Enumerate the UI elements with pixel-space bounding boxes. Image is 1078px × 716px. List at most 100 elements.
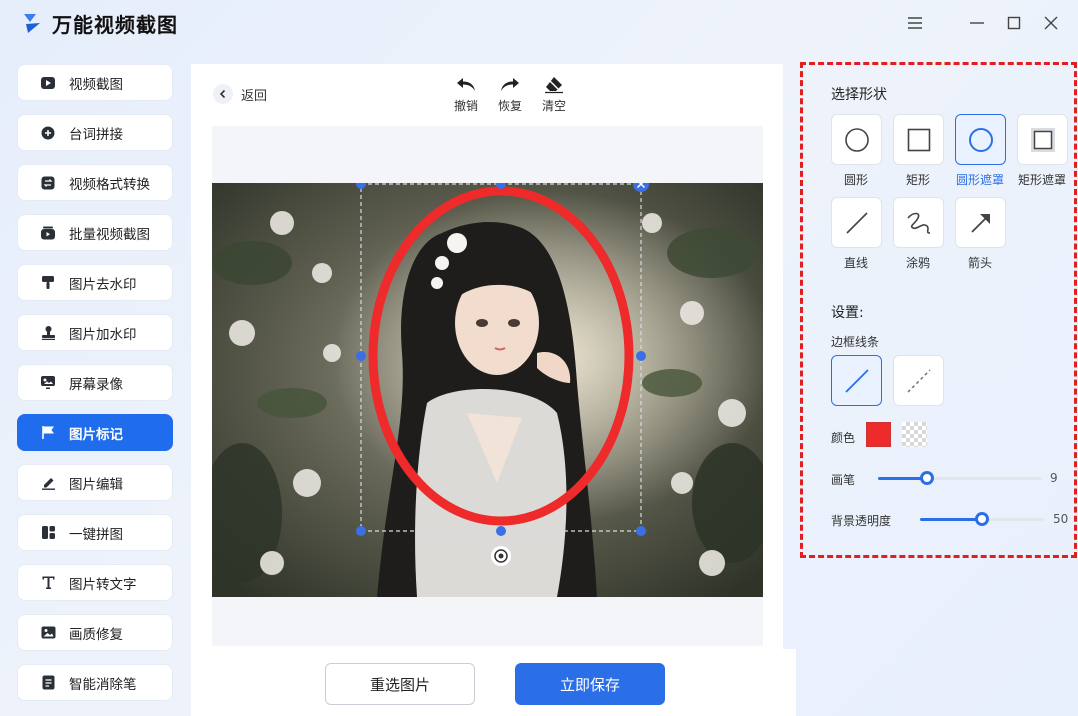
opacity-slider-thumb[interactable] (975, 512, 989, 526)
rect-mask-icon (1030, 127, 1055, 152)
opacity-slider-fill (920, 518, 982, 521)
sidebar-item-label: 智能消除笔 (69, 676, 137, 693)
sidebar-item-label: 图片加水印 (69, 326, 137, 343)
reselect-image-button[interactable]: 重选图片 (325, 663, 475, 705)
brush-icon (40, 275, 56, 291)
circle-icon (844, 127, 869, 152)
square-icon (907, 128, 930, 151)
shape-circle-mask-button[interactable] (955, 114, 1006, 165)
edit-icon (40, 475, 56, 491)
opacity-value: 50 (1053, 512, 1069, 526)
redo-icon (501, 78, 519, 91)
sidebar-item-label: 图片去水印 (69, 276, 137, 293)
sidebar-item-label: 一键拼图 (69, 526, 123, 543)
image-canvas[interactable] (212, 126, 763, 646)
shape-label: 圆形 (843, 173, 868, 187)
shape-label: 涂鸦 (905, 256, 930, 270)
pen-label: 画笔 (831, 473, 856, 487)
sidebar-item-label: 视频格式转换 (69, 176, 150, 193)
swap-icon (40, 175, 56, 191)
pen-slider-thumb[interactable] (920, 471, 935, 485)
minimize-icon[interactable] (966, 12, 988, 34)
sidebar-item-image-edit[interactable]: 图片编辑 (17, 464, 173, 501)
circle-mask-icon (968, 127, 993, 152)
sidebar-item-label: 视频截图 (69, 76, 123, 93)
shape-label: 矩形遮罩 (1017, 173, 1066, 187)
undo-icon (457, 78, 475, 91)
batch-video-icon (40, 225, 56, 241)
image-icon (40, 625, 56, 641)
shape-section-title: 选择形状 (831, 87, 887, 103)
photo-illustration (212, 183, 763, 597)
opacity-slider[interactable] (920, 512, 1044, 526)
sidebar-item-image-to-text[interactable]: 图片转文字 (17, 564, 173, 601)
shape-label: 圆形遮罩 (955, 173, 1004, 187)
dashed-line-icon (906, 368, 931, 393)
sidebar-item-video-screenshot[interactable]: 视频截图 (17, 64, 173, 101)
chevron-left-icon (213, 84, 233, 104)
eraser-icon (545, 77, 563, 94)
editor-panel: 返回 撤销 恢复 清空 重选图片 立即保存 (191, 64, 796, 716)
sidebar-item-label: 屏幕录像 (69, 376, 123, 393)
sidebar-item-screen-record[interactable]: 屏幕录像 (17, 364, 173, 401)
sidebar-item-label: 图片标记 (69, 426, 123, 443)
arrow-icon (970, 213, 990, 233)
flag-icon (40, 425, 56, 441)
back-button[interactable]: 返回 (213, 84, 267, 104)
edited-photo (212, 183, 763, 597)
sidebar-item-image-mark[interactable]: 图片标记 (17, 414, 173, 451)
settings-title: 设置: (831, 305, 864, 321)
redo-label: 恢复 (497, 99, 522, 113)
line-icon (845, 211, 868, 234)
app-title: 万能视频截图 (52, 13, 178, 37)
redo-button[interactable]: 恢复 (490, 76, 530, 114)
sidebar-item-quality-repair[interactable]: 画质修复 (17, 614, 173, 651)
plus-circle-icon (40, 125, 56, 141)
color-swatch-transparent[interactable] (902, 422, 927, 447)
stamp-icon (40, 325, 56, 341)
pen-size-slider[interactable] (878, 471, 1042, 485)
menu-icon[interactable] (904, 12, 926, 34)
app-logo-icon (24, 14, 40, 33)
close-icon[interactable] (1040, 12, 1062, 34)
sidebar-item-label: 画质修复 (69, 626, 123, 643)
shape-circle-button[interactable] (831, 114, 882, 165)
action-bar: 重选图片 立即保存 (191, 649, 796, 716)
video-play-icon (40, 75, 56, 91)
sidebar-item-label: 图片转文字 (69, 576, 137, 593)
scribble-icon (906, 212, 930, 234)
sidebar-item-smart-eraser[interactable]: 智能消除笔 (17, 664, 173, 701)
sidebar-item-collage[interactable]: 一键拼图 (17, 514, 173, 551)
sidebar-item-label: 图片编辑 (69, 476, 123, 493)
shape-line-button[interactable] (831, 197, 882, 248)
shape-rect-mask-button[interactable] (1017, 114, 1068, 165)
shape-scribble-button[interactable] (893, 197, 944, 248)
sidebar-item-label: 台词拼接 (69, 126, 123, 143)
border-solid-button[interactable] (831, 355, 882, 406)
undo-label: 撤销 (453, 99, 478, 113)
back-label: 返回 (241, 88, 268, 104)
shape-label: 矩形 (905, 173, 930, 187)
shape-rect-button[interactable] (893, 114, 944, 165)
shape-label: 直线 (843, 256, 868, 270)
sidebar-item-add-watermark[interactable]: 图片加水印 (17, 314, 173, 351)
title-bar: 万能视频截图 (0, 0, 1078, 48)
sidebar-item-subtitle-stitch[interactable]: 台词拼接 (17, 114, 173, 151)
sidebar-item-format-convert[interactable]: 视频格式转换 (17, 164, 173, 201)
sidebar-item-batch-screenshot[interactable]: 批量视频截图 (17, 214, 173, 251)
sidebar-item-remove-watermark[interactable]: 图片去水印 (17, 264, 173, 301)
shape-settings-panel: 选择形状 圆形 矩形 圆形遮罩 矩形遮罩 直线 涂鸦 箭头 设置: 边框线条 颜… (800, 62, 1077, 558)
shape-arrow-button[interactable] (955, 197, 1006, 248)
clear-label: 清空 (541, 99, 566, 113)
maximize-icon[interactable] (1003, 12, 1025, 34)
border-line-label: 边框线条 (831, 335, 880, 349)
collage-icon (40, 525, 56, 541)
color-swatch-red[interactable] (866, 422, 891, 447)
screen-record-icon (40, 375, 56, 391)
clear-button[interactable]: 清空 (534, 76, 574, 114)
save-button[interactable]: 立即保存 (515, 663, 665, 705)
solid-line-icon (844, 368, 869, 393)
border-dashed-button[interactable] (893, 355, 944, 406)
undo-button[interactable]: 撤销 (446, 76, 486, 114)
document-icon (40, 675, 56, 691)
